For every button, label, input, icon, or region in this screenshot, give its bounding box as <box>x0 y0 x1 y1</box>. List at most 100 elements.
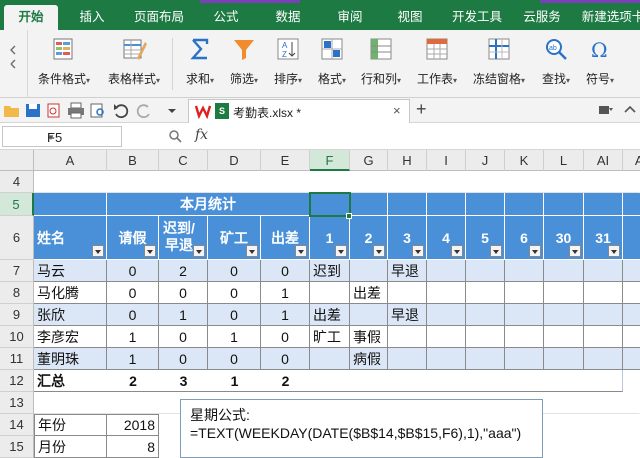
tab-formulas[interactable]: 公式 <box>204 5 248 30</box>
ribbon-collapse-icon[interactable] <box>622 103 638 117</box>
worksheet-button[interactable]: 工作表▾ <box>412 34 462 94</box>
tab-view[interactable]: 视图 <box>388 5 432 30</box>
cell-day[interactable] <box>584 326 623 348</box>
freeze-panes-button[interactable]: 冻结窗格▾ <box>468 34 530 94</box>
cell-name[interactable]: 董明珠 <box>34 348 107 370</box>
cell-day[interactable]: 出差 <box>350 282 388 304</box>
table-cell[interactable] <box>623 216 640 260</box>
cell-name[interactable]: 马化腾 <box>34 282 107 304</box>
cell-late[interactable]: 0 <box>159 282 208 304</box>
cell-day[interactable] <box>505 326 544 348</box>
filter-dropdown-icon[interactable] <box>92 245 104 257</box>
cell-day[interactable] <box>544 282 584 304</box>
column-header[interactable]: K <box>505 150 544 171</box>
cell-day[interactable] <box>544 348 584 370</box>
cell-late[interactable]: 2 <box>159 260 208 282</box>
table-cell[interactable] <box>544 193 584 216</box>
table-cell[interactable] <box>584 193 623 216</box>
cell-trip[interactable]: 0 <box>261 348 310 370</box>
conditional-format-button[interactable]: 条件格式▾ <box>32 34 96 94</box>
cell-day[interactable] <box>427 304 466 326</box>
cell-day[interactable]: 旷工 <box>310 326 350 348</box>
cell-day[interactable] <box>505 282 544 304</box>
find-button[interactable]: ab 查找▾ <box>536 34 576 94</box>
filter-dropdown-icon[interactable] <box>608 245 620 257</box>
column-header[interactable]: A <box>34 150 107 171</box>
undo-icon[interactable] <box>112 102 130 119</box>
cell-absent[interactable]: 0 <box>208 282 261 304</box>
table-cell[interactable] <box>623 348 640 370</box>
cell-day[interactable] <box>505 348 544 370</box>
print-preview-icon[interactable] <box>89 102 107 119</box>
table-cell[interactable] <box>623 304 640 326</box>
cell-leave[interactable]: 0 <box>107 282 159 304</box>
cell-day[interactable] <box>466 326 505 348</box>
zoom-icon[interactable] <box>168 129 182 143</box>
filter-dropdown-icon[interactable] <box>529 245 541 257</box>
table-cell[interactable] <box>623 193 640 216</box>
row-header[interactable]: 13 <box>0 392 34 414</box>
cell-day[interactable] <box>310 348 350 370</box>
total-row-rest[interactable] <box>310 370 623 392</box>
table-cell[interactable] <box>427 193 466 216</box>
open-folder-icon[interactable] <box>3 102 21 119</box>
cell-absent[interactable]: 0 <box>208 348 261 370</box>
filter-dropdown-icon[interactable] <box>412 245 424 257</box>
cell-day[interactable] <box>427 348 466 370</box>
cell-day[interactable] <box>388 348 427 370</box>
cell-day[interactable]: 早退 <box>388 304 427 326</box>
row-header[interactable]: 8 <box>0 282 34 304</box>
filter-dropdown-icon[interactable] <box>335 245 347 257</box>
save-icon[interactable] <box>24 102 42 119</box>
cell-name[interactable]: 李彦宏 <box>34 326 107 348</box>
cell-late[interactable]: 0 <box>159 348 208 370</box>
cell-late[interactable]: 1 <box>159 304 208 326</box>
print-icon[interactable] <box>67 102 85 119</box>
tab-review[interactable]: 审阅 <box>328 5 372 30</box>
cell-leave[interactable]: 0 <box>107 260 159 282</box>
filter-dropdown-icon[interactable] <box>295 245 307 257</box>
close-tab-icon[interactable]: × <box>393 103 401 118</box>
cell-absent[interactable]: 0 <box>208 260 261 282</box>
table-cell[interactable] <box>505 193 544 216</box>
collapse-arrows-icon[interactable] <box>6 34 20 94</box>
cell-day[interactable] <box>310 282 350 304</box>
row-header[interactable]: 7 <box>0 260 34 282</box>
cell-day[interactable] <box>584 348 623 370</box>
cell-day[interactable] <box>584 304 623 326</box>
document-tab[interactable]: S 考勤表.xlsx * × <box>188 99 410 123</box>
cell-day[interactable] <box>427 282 466 304</box>
row-header[interactable]: 4 <box>0 171 34 193</box>
filter-dropdown-icon[interactable] <box>569 245 581 257</box>
fill-handle[interactable] <box>346 213 352 219</box>
total-absent[interactable]: 1 <box>208 370 261 392</box>
cell-day[interactable] <box>466 304 505 326</box>
cell-day[interactable] <box>350 260 388 282</box>
export-pdf-icon[interactable] <box>45 102 63 119</box>
cell-day[interactable] <box>544 326 584 348</box>
cell-late[interactable]: 0 <box>159 326 208 348</box>
tab-new[interactable]: 新建选项卡 <box>578 5 640 30</box>
tab-data[interactable]: 数据 <box>266 5 310 30</box>
filter-dropdown-icon[interactable] <box>451 245 463 257</box>
column-header[interactable]: G <box>350 150 388 171</box>
row-header[interactable]: 10 <box>0 326 34 348</box>
cell-trip[interactable]: 0 <box>261 326 310 348</box>
cell-leave[interactable]: 1 <box>107 348 159 370</box>
filter-button[interactable]: 筛选▾ <box>224 34 264 94</box>
total-trip[interactable]: 2 <box>261 370 310 392</box>
cell-day[interactable]: 事假 <box>350 326 388 348</box>
chevron-down-icon[interactable]: ▼ <box>47 133 116 142</box>
active-cell-selection[interactable] <box>309 192 351 217</box>
total-late[interactable]: 3 <box>159 370 208 392</box>
row-header[interactable]: 15 <box>0 436 34 458</box>
cell-day[interactable]: 早退 <box>388 260 427 282</box>
select-all-corner[interactable] <box>0 150 34 171</box>
formula-note-textbox[interactable]: 星期公式: =TEXT(WEEKDAY(DATE($B$14,$B$15,F6)… <box>180 399 543 458</box>
year-label[interactable]: 年份 <box>34 414 107 436</box>
table-cell[interactable] <box>623 282 640 304</box>
table-cell[interactable] <box>623 326 640 348</box>
total-label[interactable]: 汇总 <box>34 370 107 392</box>
cell-absent[interactable]: 1 <box>208 326 261 348</box>
cell-day[interactable]: 病假 <box>350 348 388 370</box>
